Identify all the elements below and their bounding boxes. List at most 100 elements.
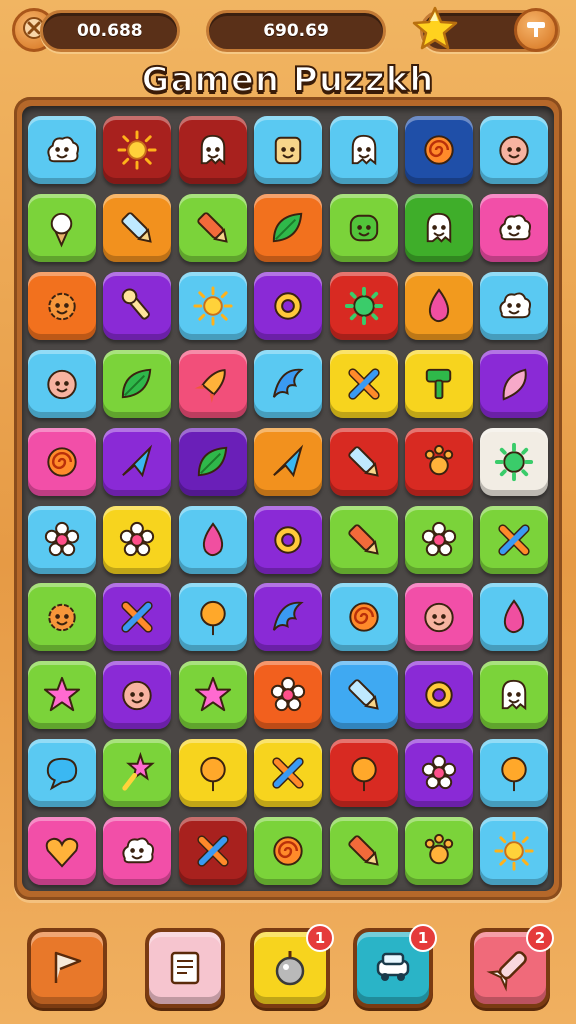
balloon-icon bbox=[350, 757, 377, 792]
hammer-icon bbox=[523, 15, 549, 45]
tile-swirl[interactable] bbox=[28, 427, 96, 496]
tile-ring[interactable] bbox=[254, 271, 323, 340]
feather-icon bbox=[503, 368, 528, 401]
tile-cloud-face[interactable] bbox=[480, 193, 549, 262]
tile-cross[interactable] bbox=[254, 739, 323, 808]
tile-ghost-face[interactable] bbox=[405, 193, 473, 262]
sun-icon bbox=[494, 831, 534, 871]
scroll-icon bbox=[170, 951, 200, 985]
tile-face[interactable] bbox=[405, 583, 473, 652]
tile-wing[interactable] bbox=[254, 349, 323, 418]
tile-wrench[interactable] bbox=[103, 271, 172, 340]
rocket-icon bbox=[486, 951, 527, 992]
tile-flower[interactable] bbox=[254, 661, 323, 730]
tile-cross[interactable] bbox=[329, 349, 398, 418]
tile-cloud-face[interactable] bbox=[480, 271, 549, 340]
tile-crayon[interactable] bbox=[329, 817, 398, 886]
tile-ice-cream[interactable] bbox=[28, 193, 96, 262]
tile-gear-face[interactable] bbox=[28, 271, 96, 340]
tile-swirl[interactable] bbox=[254, 817, 323, 886]
tile-sun[interactable] bbox=[178, 271, 247, 340]
tile-ghost-alt[interactable] bbox=[329, 116, 398, 184]
tile-virus[interactable] bbox=[329, 271, 398, 340]
tile-ghost[interactable] bbox=[178, 116, 247, 184]
tile-rocket[interactable] bbox=[178, 349, 247, 418]
tile-leaf[interactable] bbox=[254, 193, 323, 262]
leaf-icon bbox=[122, 368, 152, 398]
tile-sun[interactable] bbox=[103, 116, 172, 184]
tile-cross[interactable] bbox=[178, 817, 247, 886]
tile-paw[interactable] bbox=[405, 817, 473, 886]
tile-sun[interactable] bbox=[480, 817, 549, 886]
tile-virus[interactable] bbox=[480, 427, 549, 496]
tile-star-pin[interactable] bbox=[103, 739, 172, 808]
tile-ghost-alt[interactable] bbox=[480, 661, 549, 730]
tile-balloon[interactable] bbox=[178, 583, 247, 652]
robot-face-icon bbox=[274, 136, 302, 165]
tile-syringe[interactable] bbox=[103, 193, 172, 262]
cloud-face-icon bbox=[47, 136, 79, 163]
tile-leaf[interactable] bbox=[103, 349, 172, 418]
powerup-bomb-button[interactable]: 1 bbox=[250, 924, 334, 1008]
cloud-face-icon bbox=[499, 214, 532, 241]
tile-face[interactable] bbox=[28, 349, 96, 418]
tile-frog-face[interactable] bbox=[329, 193, 398, 262]
tile-drop[interactable] bbox=[178, 505, 247, 574]
tile-plane[interactable] bbox=[254, 427, 323, 496]
tile-kite[interactable] bbox=[103, 427, 172, 496]
bomb-icon bbox=[275, 951, 305, 986]
powerup-flag-button[interactable] bbox=[27, 928, 107, 1008]
bubble-icon bbox=[46, 758, 78, 791]
ghost-alt-icon bbox=[502, 680, 527, 711]
tile-flower[interactable] bbox=[103, 505, 172, 574]
tile-feather[interactable] bbox=[480, 349, 549, 418]
swirl-icon bbox=[424, 135, 454, 165]
tile-flower[interactable] bbox=[405, 739, 473, 808]
leaf-icon bbox=[273, 212, 303, 243]
tile-robot-face[interactable] bbox=[254, 116, 323, 184]
paw-icon bbox=[424, 833, 454, 865]
tools-button[interactable] bbox=[514, 8, 558, 52]
tile-star[interactable] bbox=[28, 661, 96, 730]
tile-leaf[interactable] bbox=[178, 427, 247, 496]
tile-donut[interactable] bbox=[254, 505, 323, 574]
cross-icon bbox=[347, 368, 380, 400]
tile-wing[interactable] bbox=[254, 583, 323, 652]
tile-syringe[interactable] bbox=[329, 661, 398, 730]
tile-balloon[interactable] bbox=[178, 739, 247, 808]
tile-swirl[interactable] bbox=[405, 116, 473, 184]
flower-icon bbox=[44, 521, 80, 556]
tile-star[interactable] bbox=[178, 661, 247, 730]
tile-cloud-face[interactable] bbox=[28, 116, 96, 184]
crayon-icon bbox=[347, 523, 379, 555]
tile-swirl[interactable] bbox=[329, 583, 398, 652]
tile-flower[interactable] bbox=[28, 505, 96, 574]
tile-crayon[interactable] bbox=[178, 193, 247, 262]
tile-heart[interactable] bbox=[28, 817, 96, 886]
tile-blob[interactable] bbox=[480, 116, 549, 184]
tile-drop[interactable] bbox=[480, 583, 549, 652]
tile-cross[interactable] bbox=[103, 583, 172, 652]
tile-syringe[interactable] bbox=[329, 427, 398, 496]
tile-crayon[interactable] bbox=[329, 505, 398, 574]
tile-cloud-face[interactable] bbox=[103, 817, 172, 886]
powerup-rocket-button[interactable]: 2 bbox=[470, 924, 554, 1008]
tile-bubble[interactable] bbox=[28, 739, 96, 808]
tile-drop[interactable] bbox=[405, 271, 473, 340]
tile-flower[interactable] bbox=[405, 505, 473, 574]
balloon-icon bbox=[200, 601, 226, 636]
sun-icon bbox=[117, 130, 157, 170]
tile-gear-face[interactable] bbox=[28, 583, 96, 652]
cloud-face-icon bbox=[122, 837, 155, 864]
tile-balloon[interactable] bbox=[480, 739, 549, 808]
tile-paw[interactable] bbox=[405, 427, 473, 496]
tile-ring[interactable] bbox=[405, 661, 473, 730]
powerup-scroll-button[interactable] bbox=[145, 928, 225, 1008]
tile-hammer[interactable] bbox=[405, 349, 473, 418]
tile-blob[interactable] bbox=[103, 661, 172, 730]
tile-cross[interactable] bbox=[480, 505, 549, 574]
tile-balloon[interactable] bbox=[329, 739, 398, 808]
game-title: Gamen Puzzkh bbox=[141, 59, 435, 101]
flower-icon bbox=[120, 521, 155, 556]
powerup-car-button[interactable]: 1 bbox=[353, 924, 437, 1008]
